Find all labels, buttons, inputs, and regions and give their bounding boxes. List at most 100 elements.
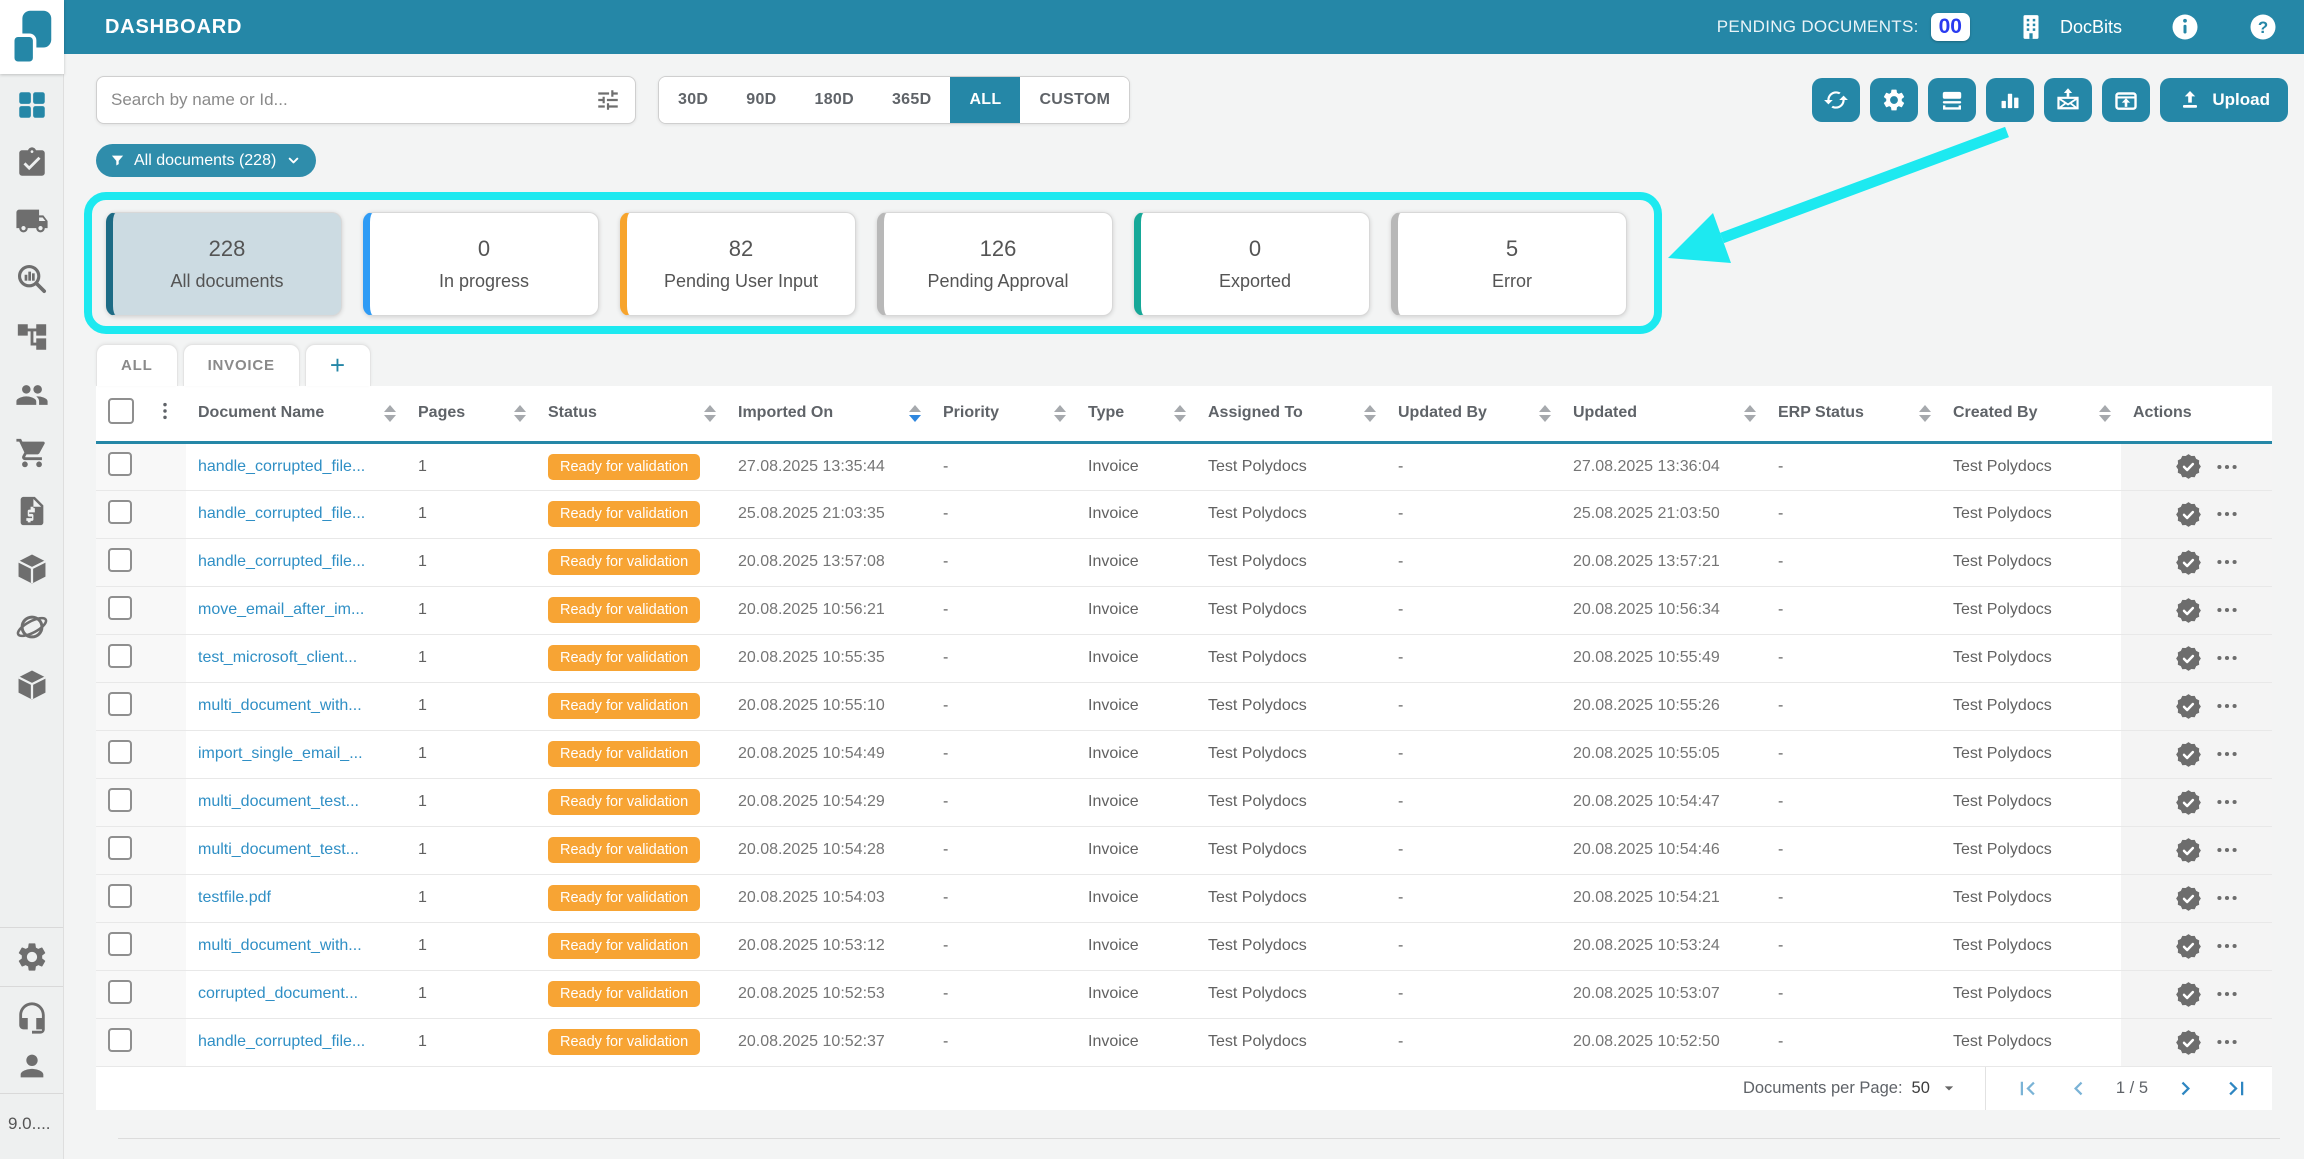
document-link[interactable]: test_microsoft_client...	[198, 649, 357, 666]
row-checkbox[interactable]	[108, 788, 132, 812]
column-menu-header[interactable]	[142, 386, 186, 442]
sidebar-item-dashboard[interactable]	[15, 88, 49, 122]
status-card-pending-approval[interactable]: 126Pending Approval	[877, 212, 1113, 316]
document-link[interactable]: handle_corrupted_file...	[198, 505, 365, 522]
sort-icon[interactable]	[2099, 405, 2115, 422]
row-checkbox[interactable]	[108, 836, 132, 860]
sidebar-item-cart[interactable]	[15, 436, 49, 470]
settings-button[interactable]	[1870, 78, 1918, 122]
validate-action-button[interactable]	[2175, 837, 2202, 864]
document-link[interactable]: corrupted_document...	[198, 985, 358, 1002]
app-logo[interactable]	[0, 0, 64, 74]
validate-action-button[interactable]	[2175, 693, 2202, 720]
sidebar-item-shipments[interactable]	[15, 204, 49, 238]
next-page-button[interactable]	[2172, 1075, 2199, 1102]
row-checkbox[interactable]	[108, 980, 132, 1004]
column-header-updated[interactable]: Updated	[1561, 386, 1766, 442]
row-checkbox[interactable]	[108, 1028, 132, 1052]
date-filter-180d[interactable]: 180D	[796, 77, 873, 123]
row-checkbox[interactable]	[108, 644, 132, 668]
status-card-exported[interactable]: 0Exported	[1134, 212, 1370, 316]
sort-icon[interactable]	[704, 405, 720, 422]
add-tab-button[interactable]: +	[305, 344, 371, 386]
document-link[interactable]: multi_document_with...	[198, 697, 362, 714]
prev-page-button[interactable]	[2065, 1075, 2092, 1102]
column-header-created-by[interactable]: Created By	[1941, 386, 2121, 442]
row-menu-button[interactable]	[2214, 933, 2240, 959]
tune-icon-slot[interactable]	[595, 87, 621, 113]
upload-button[interactable]: Upload	[2160, 78, 2288, 122]
document-link[interactable]: handle_corrupted_file...	[198, 553, 365, 570]
validate-action-button[interactable]	[2175, 597, 2202, 624]
sidebar-item-invoice[interactable]	[15, 494, 49, 528]
validate-action-button[interactable]	[2175, 549, 2202, 576]
export-button[interactable]	[2102, 78, 2150, 122]
row-menu-button[interactable]	[2214, 454, 2240, 480]
column-header-imported-on[interactable]: Imported On	[726, 386, 931, 442]
validate-action-button[interactable]	[2175, 1029, 2202, 1056]
column-header-status[interactable]: Status	[536, 386, 726, 442]
status-card-in-progress[interactable]: 0In progress	[363, 212, 599, 316]
refresh-button[interactable]	[1812, 78, 1860, 122]
document-link[interactable]: import_single_email_...	[198, 745, 363, 762]
status-card-all-documents[interactable]: 228All documents	[106, 212, 342, 316]
row-checkbox[interactable]	[108, 740, 132, 764]
tab-invoice[interactable]: INVOICE	[183, 344, 300, 386]
info-button[interactable]	[2170, 12, 2200, 42]
documents-filter-chip[interactable]: All documents (228)	[96, 144, 316, 177]
date-filter-30d[interactable]: 30D	[659, 77, 727, 123]
sidebar-item-settings[interactable]	[15, 940, 49, 974]
validate-action-button[interactable]	[2175, 453, 2202, 480]
document-link[interactable]: multi_document_with...	[198, 937, 362, 954]
chart-button[interactable]	[1986, 78, 2034, 122]
row-menu-button[interactable]	[2214, 597, 2240, 623]
tab-all[interactable]: ALL	[96, 344, 178, 386]
column-header-type[interactable]: Type	[1076, 386, 1196, 442]
sidebar-item-network[interactable]	[15, 610, 49, 644]
sidebar-item-support[interactable]	[15, 1001, 49, 1035]
sort-icon[interactable]	[1364, 405, 1380, 422]
row-checkbox[interactable]	[108, 452, 132, 476]
date-filter-365d[interactable]: 365D	[873, 77, 950, 123]
document-link[interactable]: move_email_after_im...	[198, 601, 364, 618]
mail-import-button[interactable]	[2044, 78, 2092, 122]
first-page-button[interactable]	[2014, 1075, 2041, 1102]
row-checkbox[interactable]	[108, 500, 132, 524]
scan-button[interactable]	[1928, 78, 1976, 122]
column-header-erp-status[interactable]: ERP Status	[1766, 386, 1941, 442]
validate-action-button[interactable]	[2175, 501, 2202, 528]
search-input[interactable]	[111, 90, 595, 110]
last-page-button[interactable]	[2223, 1075, 2250, 1102]
date-filter-all[interactable]: ALL	[950, 77, 1020, 123]
document-link[interactable]: multi_document_test...	[198, 793, 359, 810]
column-header-assigned-to[interactable]: Assigned To	[1196, 386, 1386, 442]
row-menu-button[interactable]	[2214, 693, 2240, 719]
row-menu-button[interactable]	[2214, 981, 2240, 1007]
sort-icon[interactable]	[1744, 405, 1760, 422]
column-header-actions[interactable]: Actions	[2121, 386, 2272, 442]
column-header-priority[interactable]: Priority	[931, 386, 1076, 442]
column-header-pages[interactable]: Pages	[406, 386, 536, 442]
validate-action-button[interactable]	[2175, 981, 2202, 1008]
row-menu-button[interactable]	[2214, 645, 2240, 671]
sort-icon[interactable]	[1054, 405, 1070, 422]
validate-action-button[interactable]	[2175, 789, 2202, 816]
row-checkbox[interactable]	[108, 596, 132, 620]
sort-icon[interactable]	[1539, 405, 1555, 422]
row-checkbox[interactable]	[108, 884, 132, 908]
document-link[interactable]: testfile.pdf	[198, 889, 271, 906]
sort-icon[interactable]	[1919, 405, 1935, 422]
document-link[interactable]: multi_document_test...	[198, 841, 359, 858]
sidebar-item-users[interactable]	[15, 378, 49, 412]
sidebar-item-package[interactable]	[15, 552, 49, 586]
sidebar-item-workflow[interactable]	[15, 320, 49, 354]
row-menu-button[interactable]	[2214, 741, 2240, 767]
sidebar-item-tasks[interactable]	[15, 146, 49, 180]
validate-action-button[interactable]	[2175, 645, 2202, 672]
sort-icon[interactable]	[384, 405, 400, 422]
sort-icon[interactable]	[909, 405, 925, 422]
sidebar-item-profile[interactable]	[15, 1049, 49, 1083]
status-card-pending-user-input[interactable]: 82Pending User Input	[620, 212, 856, 316]
validate-action-button[interactable]	[2175, 885, 2202, 912]
document-link[interactable]: handle_corrupted_file...	[198, 1033, 365, 1050]
